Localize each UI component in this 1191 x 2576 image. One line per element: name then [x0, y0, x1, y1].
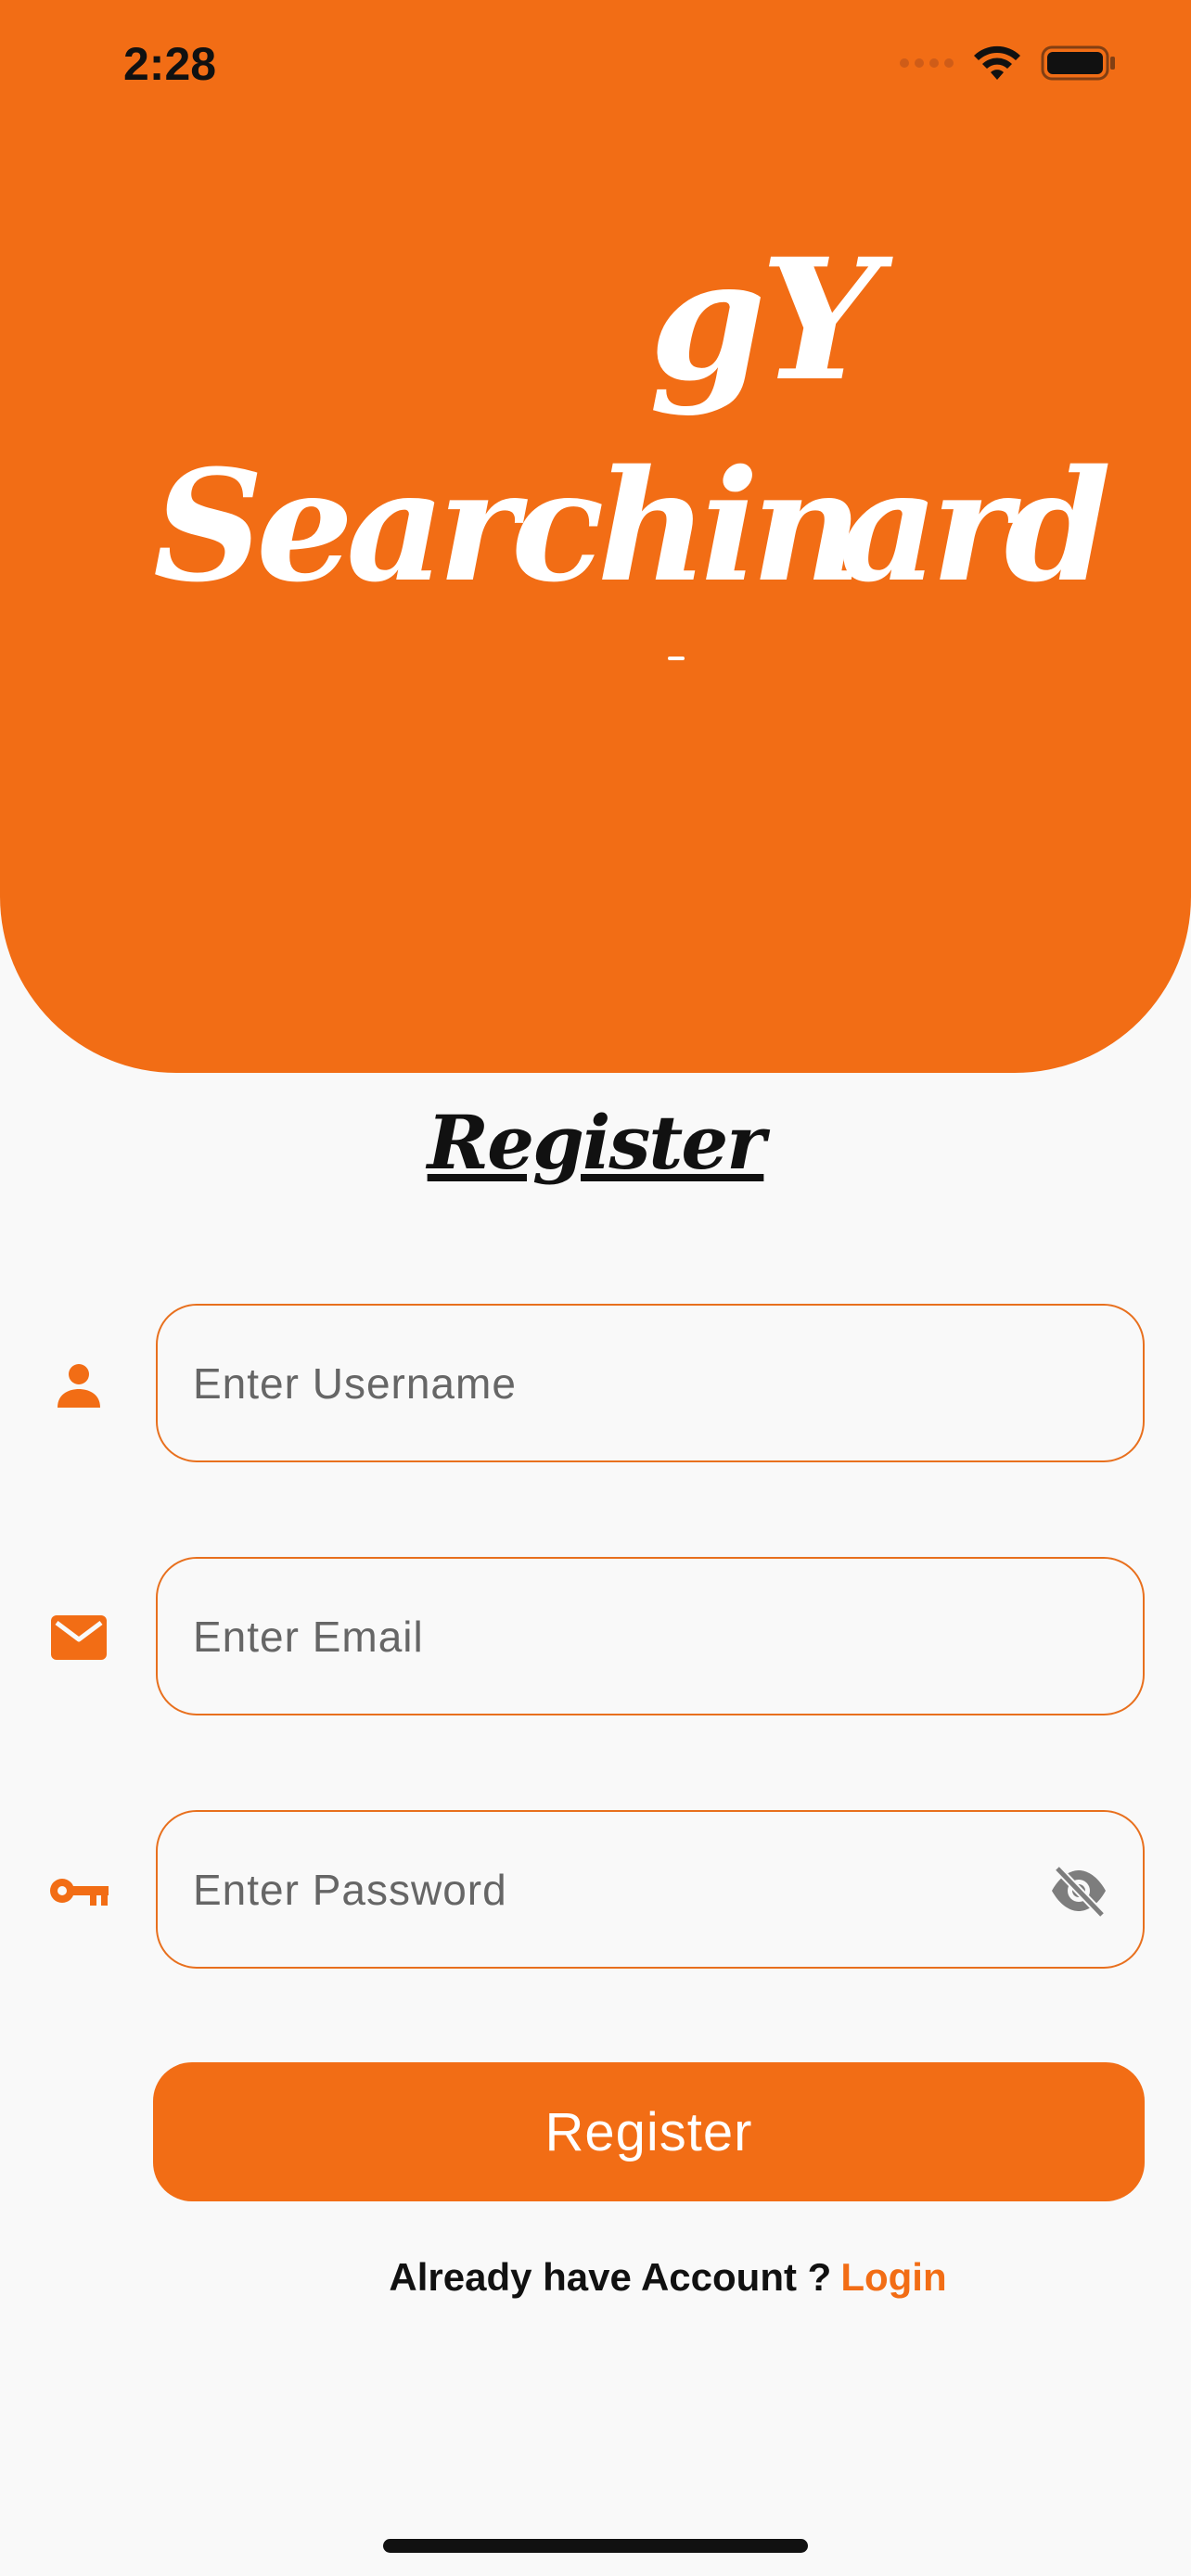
username-input[interactable]: [191, 1357, 1030, 1409]
mail-icon: [46, 1605, 111, 1670]
username-field-box: [156, 1304, 1145, 1462]
page-title: Register: [427, 1099, 766, 1186]
app-title-line2-right: ard: [839, 436, 1111, 616]
key-icon: [46, 1858, 111, 1923]
login-prompt-text: Already have Account ?: [389, 2255, 832, 2299]
email-field-box: [156, 1557, 1145, 1715]
app-title: gY Searchin ard: [0, 0, 1191, 742]
password-field-box: [156, 1810, 1145, 1969]
register-button[interactable]: Register: [153, 2062, 1145, 2201]
title-mark: [668, 657, 685, 660]
eye-off-icon[interactable]: [1048, 1863, 1109, 1919]
email-row: [0, 1557, 1191, 1719]
email-input[interactable]: [191, 1610, 1030, 1663]
person-icon: [46, 1352, 111, 1417]
app-title-line2-left: Searchin: [153, 436, 863, 616]
app-title-line1: gY: [649, 223, 879, 418]
password-input[interactable]: [191, 1863, 1030, 1916]
login-link[interactable]: Login: [831, 2255, 946, 2299]
password-row: [0, 1810, 1191, 1972]
username-row: [0, 1304, 1191, 1466]
login-prompt: Already have Account ? Login: [0, 2255, 1191, 2300]
home-indicator[interactable]: [383, 2539, 808, 2553]
